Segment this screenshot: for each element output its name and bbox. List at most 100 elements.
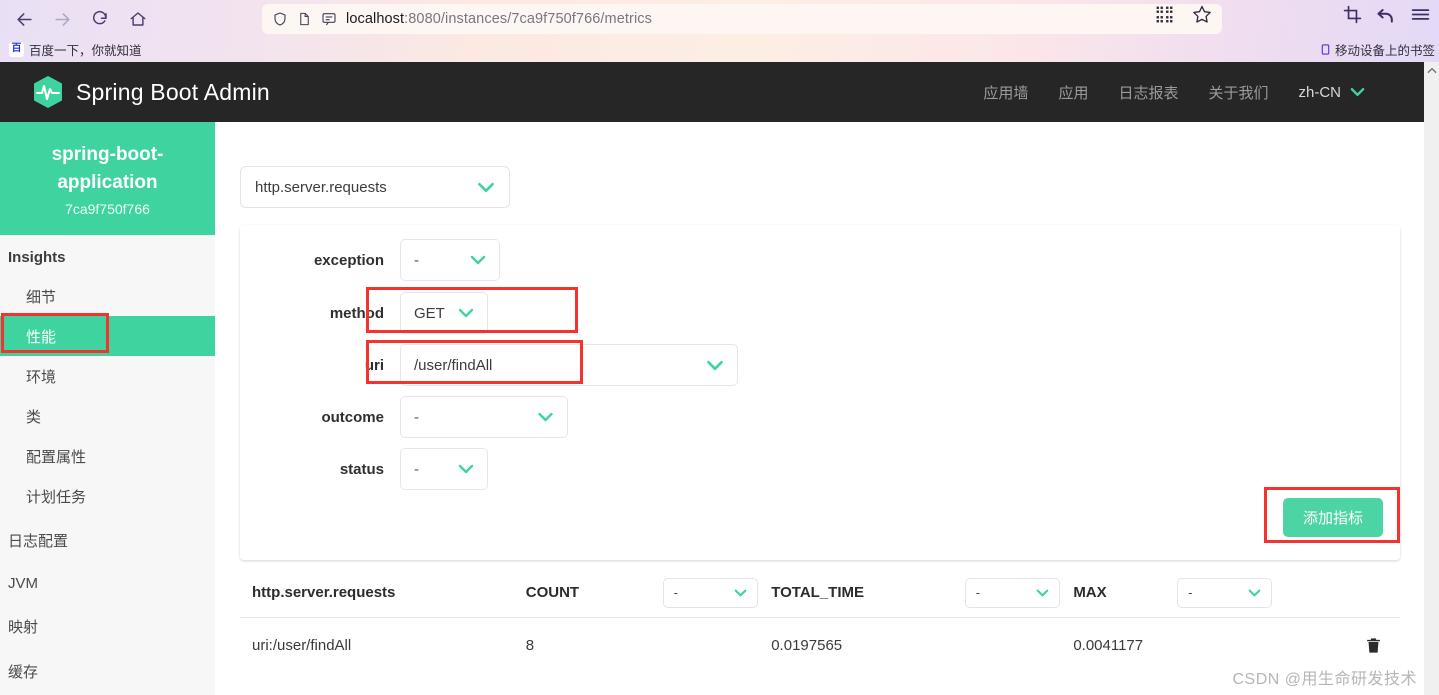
total-time-filter-wrap: -	[964, 577, 1074, 608]
bookmark-item-baidu[interactable]: 百 百度一下，你就知道	[9, 40, 142, 59]
sidebar-item-scheduled-tasks[interactable]: 计划任务	[0, 476, 215, 516]
scroll-up-arrow-icon[interactable]	[1424, 62, 1439, 78]
back-button[interactable]	[8, 3, 40, 35]
chevron-down-icon	[734, 589, 747, 597]
sidebar-item-environment[interactable]: 环境	[0, 356, 215, 396]
form-label-exception: exception	[313, 251, 384, 269]
chevron-down-icon	[452, 308, 474, 318]
sidebar-item-performance[interactable]: 性能	[0, 316, 215, 356]
sidebar-item-label: 计划任务	[26, 488, 87, 506]
sidebar-item-details[interactable]: 细节	[0, 276, 215, 316]
max-filter-wrap: -	[1177, 577, 1286, 608]
watermark: CSDN @用生命研发技术	[1232, 671, 1417, 688]
column-header-max: MAX	[1073, 584, 1107, 601]
max-filter-select[interactable]: -	[1177, 577, 1273, 608]
cell-max: 0.0041177	[1073, 636, 1144, 654]
column-header-metric-name: http.server.requests	[252, 584, 396, 601]
app-brand[interactable]: Spring Boot Admin	[32, 75, 270, 109]
total-time-filter-select[interactable]: -	[964, 577, 1060, 608]
chevron-down-icon	[477, 182, 495, 193]
page-icon	[297, 11, 312, 27]
home-button[interactable]	[122, 3, 154, 35]
reload-button[interactable]	[84, 3, 116, 35]
chevron-down-icon	[1248, 589, 1261, 597]
language-label: zh-CN	[1298, 83, 1341, 101]
sidebar-item-config-props[interactable]: 配置属性	[0, 436, 215, 476]
forward-button[interactable]	[46, 3, 78, 35]
main-content: http.server.requests exception - method	[215, 122, 1425, 695]
reader-view-icon[interactable]	[321, 11, 337, 27]
browser-chrome: localhost:8080/instances/7ca9f750f766/me…	[0, 0, 1439, 62]
scrollbar-thumb[interactable]	[1426, 80, 1437, 380]
sidebar-item-label: 性能	[26, 328, 57, 346]
form-row-uri: uri /user/findAll	[240, 344, 738, 386]
status-value: -	[414, 460, 419, 478]
form-row-exception: exception -	[240, 239, 500, 281]
url-text: localhost:8080/instances/7ca9f750f766/me…	[346, 11, 652, 27]
chevron-down-icon	[696, 360, 724, 371]
count-filter-select[interactable]: -	[662, 577, 758, 608]
shield-icon	[272, 11, 288, 27]
form-label-status: status	[339, 460, 384, 478]
outcome-select[interactable]: -	[400, 396, 568, 438]
exception-select[interactable]: -	[400, 239, 500, 281]
chevron-down-icon	[1350, 87, 1365, 97]
sidebar-section-insights: Insights	[8, 249, 66, 266]
sidebar-section-caches[interactable]: 缓存	[0, 647, 215, 692]
status-select[interactable]: -	[400, 448, 488, 490]
nav-item-applications[interactable]: 应用	[1058, 82, 1088, 103]
nav-item-about[interactable]: 关于我们	[1208, 82, 1268, 103]
qr-code-icon[interactable]	[1155, 5, 1174, 24]
table-row: uri:/user/findAll 8 0.0197565 0.0041177	[240, 618, 1400, 672]
url-bar[interactable]: localhost:8080/instances/7ca9f750f766/me…	[262, 4, 1222, 34]
sidebar-item-classes[interactable]: 类	[0, 396, 215, 436]
undo-icon[interactable]	[1376, 5, 1396, 25]
mobile-device-icon	[1320, 42, 1331, 57]
max-filter-value: -	[1188, 585, 1193, 600]
total-time-filter-value: -	[975, 585, 981, 600]
method-select[interactable]: GET	[400, 292, 488, 334]
uri-select[interactable]: /user/findAll	[400, 344, 738, 386]
sidebar-section-jvm[interactable]: JVM	[0, 561, 215, 602]
hamburger-menu-icon[interactable]	[1410, 4, 1431, 25]
metric-filter-form: exception - method GET uri /user/findAll…	[240, 225, 1400, 560]
method-value: GET	[414, 304, 445, 322]
mobile-bookmarks-button[interactable]: 移动设备上的书签	[1320, 40, 1435, 59]
count-filter-wrap: -	[662, 577, 772, 608]
chevron-down-icon	[454, 464, 474, 474]
column-header-total-time: TOTAL_TIME	[771, 584, 864, 601]
bookmark-label: 百度一下，你就知道	[29, 43, 142, 58]
sidebar-section-logging[interactable]: 日志配置	[0, 516, 215, 561]
page-scrollbar[interactable]	[1424, 62, 1439, 695]
chevron-down-icon	[1036, 589, 1049, 597]
sidebar-section-mappings[interactable]: 映射	[0, 602, 215, 647]
cell-count: 8	[525, 636, 535, 654]
instance-id: 7ca9f750f766	[65, 200, 150, 217]
url-bar-actions	[1155, 4, 1212, 24]
outcome-value: -	[414, 408, 419, 426]
instance-card[interactable]: spring-boot-application 7ca9f750f766	[0, 122, 215, 235]
metric-name-value: http.server.requests	[255, 178, 387, 196]
exception-value: -	[414, 251, 419, 269]
sidebar-item-label: 类	[26, 408, 42, 426]
cell-total-time: 0.0197565	[771, 636, 843, 654]
bookmarks-bar: 百 百度一下，你就知道 移动设备上的书签	[0, 36, 1439, 62]
star-icon[interactable]	[1192, 4, 1212, 24]
uri-value: /user/findAll	[414, 356, 493, 374]
count-filter-value: -	[673, 585, 678, 600]
form-label-uri: uri	[364, 356, 384, 374]
delete-row-button[interactable]	[1286, 636, 1400, 655]
nav-item-app-wall[interactable]: 应用墙	[983, 82, 1028, 103]
table-header-row: http.server.requests COUNT - TOTAL_TIME …	[240, 568, 1400, 618]
chevron-down-icon	[527, 412, 554, 422]
column-header-count: COUNT	[525, 584, 580, 601]
nav-item-journal[interactable]: 日志报表	[1118, 82, 1178, 103]
add-metric-button[interactable]: 添加指标	[1283, 498, 1383, 537]
chevron-down-icon	[460, 255, 486, 265]
browser-toolbar-actions	[1343, 4, 1431, 25]
metric-name-select[interactable]: http.server.requests	[240, 166, 510, 208]
screenshot-root: localhost:8080/instances/7ca9f750f766/me…	[0, 0, 1439, 695]
screenshot-icon[interactable]	[1343, 5, 1362, 24]
url-path: :8080/instances/7ca9f750f766/metrics	[404, 11, 652, 27]
language-selector[interactable]: zh-CN	[1298, 84, 1365, 101]
